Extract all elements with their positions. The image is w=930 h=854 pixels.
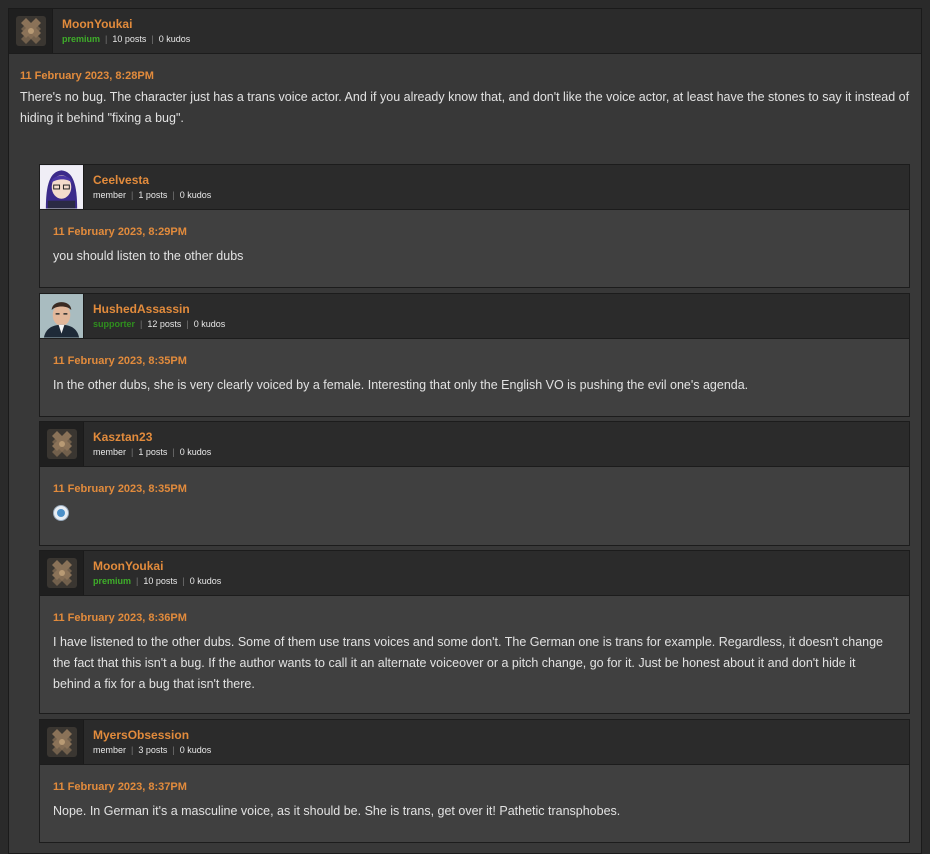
username[interactable]: Kasztan23 [93,430,211,445]
post-text: In the other dubs, she is very clearly v… [53,378,749,392]
username[interactable]: MoonYoukai [62,17,190,32]
default-avatar-icon [46,429,77,459]
post-date: 11 February 2023, 8:28PM [20,70,154,82]
post-count: 1 posts [138,189,168,200]
reply: Kasztan23 member | 1 posts | 0 kudos 11 Febr… [39,421,910,546]
default-avatar-icon [15,16,46,46]
post-body: 11 February 2023, 8:37PM Nope. In German… [40,765,909,822]
post-date: 11 February 2023, 8:35PM [53,483,187,495]
comment-thread: MoonYoukai premium | 10 posts | 0 kudos 11 F… [8,8,922,854]
post-count: 12 posts [147,318,182,329]
divider: | [131,446,134,457]
kudos-count: 0 kudos [189,575,222,586]
post-date: 11 February 2023, 8:29PM [53,226,187,238]
user-role: member [93,446,127,457]
user-meta: member | 3 posts | 0 kudos [93,744,211,757]
user-meta: supporter | 12 posts | 0 kudos [93,318,225,331]
reply: MyersObsession member | 3 posts | 0 kudos 11… [39,719,910,843]
post-body: 11 February 2023, 8:35PM In the other du… [40,339,909,396]
post-text: Nope. In German it's a masculine voice, … [53,804,621,818]
reply: Ceelvesta member | 1 posts | 0 kudos 11 Febr… [39,164,910,288]
user-role: member [93,189,127,200]
user-role: premium [62,33,101,44]
avatar[interactable] [40,720,84,764]
user-role: premium [93,575,132,586]
post-date: 11 February 2023, 8:35PM [53,355,187,367]
username[interactable]: Ceelvesta [93,173,211,188]
post-header: MoonYoukai premium | 10 posts | 0 kudos [40,551,909,596]
avatar[interactable] [40,422,84,466]
post-body: 11 February 2023, 8:36PM I have listened… [40,596,909,695]
post-count: 10 posts [143,575,178,586]
kudos-count: 0 kudos [179,189,212,200]
user-meta: premium | 10 posts | 0 kudos [93,575,221,588]
username[interactable]: MyersObsession [93,728,211,743]
user-role: member [93,744,127,755]
reply: HushedAssassin supporter | 12 posts | 0 kudo… [39,293,910,417]
post-count: 10 posts [112,33,147,44]
post-body: 11 February 2023, 8:29PM you should list… [40,210,909,267]
kudos-count: 0 kudos [158,33,191,44]
kudos-count: 0 kudos [179,446,212,457]
user-meta: member | 1 posts | 0 kudos [93,446,211,459]
avatar[interactable] [40,294,84,338]
anime-girl-avatar-icon [40,165,83,209]
divider: | [131,189,134,200]
post-header: MyersObsession member | 3 posts | 0 kudos [40,720,909,765]
avatar[interactable] [9,9,53,53]
default-avatar-icon [46,558,77,588]
post-date: 11 February 2023, 8:36PM [53,612,187,624]
post-count: 3 posts [138,744,168,755]
divider: | [172,446,175,457]
post-text [53,503,896,528]
username[interactable]: HushedAssassin [93,302,225,317]
default-avatar-icon [46,727,77,757]
divider: | [131,744,134,755]
post-text: you should listen to the other dubs [53,249,244,263]
post-text: There's no bug. The character just has a… [20,90,910,125]
avatar[interactable] [40,551,84,595]
user-role: supporter [93,318,136,329]
emoji-icon [53,505,69,521]
divider: | [186,318,189,329]
kudos-count: 0 kudos [193,318,226,329]
kudos-count: 0 kudos [179,744,212,755]
post-date: 11 February 2023, 8:37PM [53,781,187,793]
post-header: Kasztan23 member | 1 posts | 0 kudos [40,422,909,467]
reply: MoonYoukai premium | 10 posts | 0 kudos 11 F… [39,550,910,714]
divider: | [172,189,175,200]
man-portrait-avatar-icon [40,294,83,338]
user-meta: member | 1 posts | 0 kudos [93,189,211,202]
post-body: 11 February 2023, 8:28PM There's no bug.… [9,54,921,129]
divider: | [105,33,108,44]
username[interactable]: MoonYoukai [93,559,221,574]
avatar[interactable] [40,165,84,209]
post-header: Ceelvesta member | 1 posts | 0 kudos [40,165,909,210]
divider: | [172,744,175,755]
post-header: HushedAssassin supporter | 12 posts | 0 kudo… [40,294,909,339]
divider: | [140,318,143,329]
post-header: MoonYoukai premium | 10 posts | 0 kudos [9,9,921,54]
post-text: I have listened to the other dubs. Some … [53,635,884,691]
divider: | [182,575,185,586]
divider: | [151,33,154,44]
post-count: 1 posts [138,446,168,457]
user-meta: premium | 10 posts | 0 kudos [62,33,190,46]
post-body: 11 February 2023, 8:35PM [40,467,909,528]
divider: | [136,575,139,586]
